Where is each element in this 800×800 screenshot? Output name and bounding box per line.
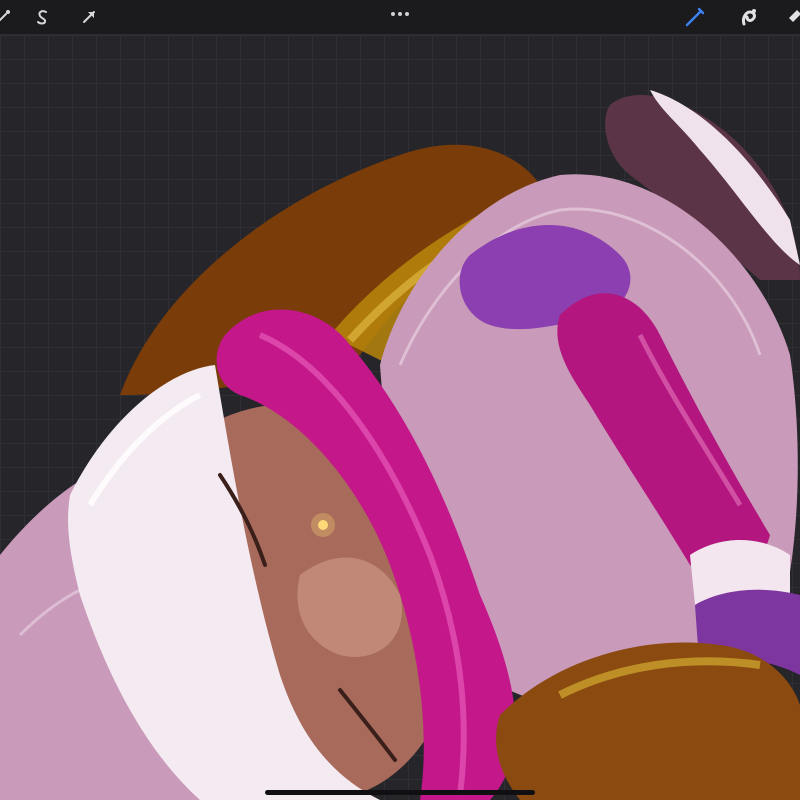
drawing-canvas[interactable] bbox=[0, 35, 800, 800]
illustration-artwork bbox=[0, 90, 800, 800]
eraser-icon[interactable] bbox=[784, 6, 800, 28]
home-indicator[interactable] bbox=[265, 790, 535, 795]
more-dots-icon[interactable] bbox=[390, 8, 410, 20]
brush-icon[interactable] bbox=[684, 6, 706, 28]
top-toolbar bbox=[0, 0, 800, 35]
selection-s-icon[interactable] bbox=[32, 6, 54, 28]
transform-arrow-icon[interactable] bbox=[78, 6, 100, 28]
smudge-icon[interactable] bbox=[738, 6, 760, 28]
adjustments-wand-icon[interactable] bbox=[0, 6, 14, 28]
